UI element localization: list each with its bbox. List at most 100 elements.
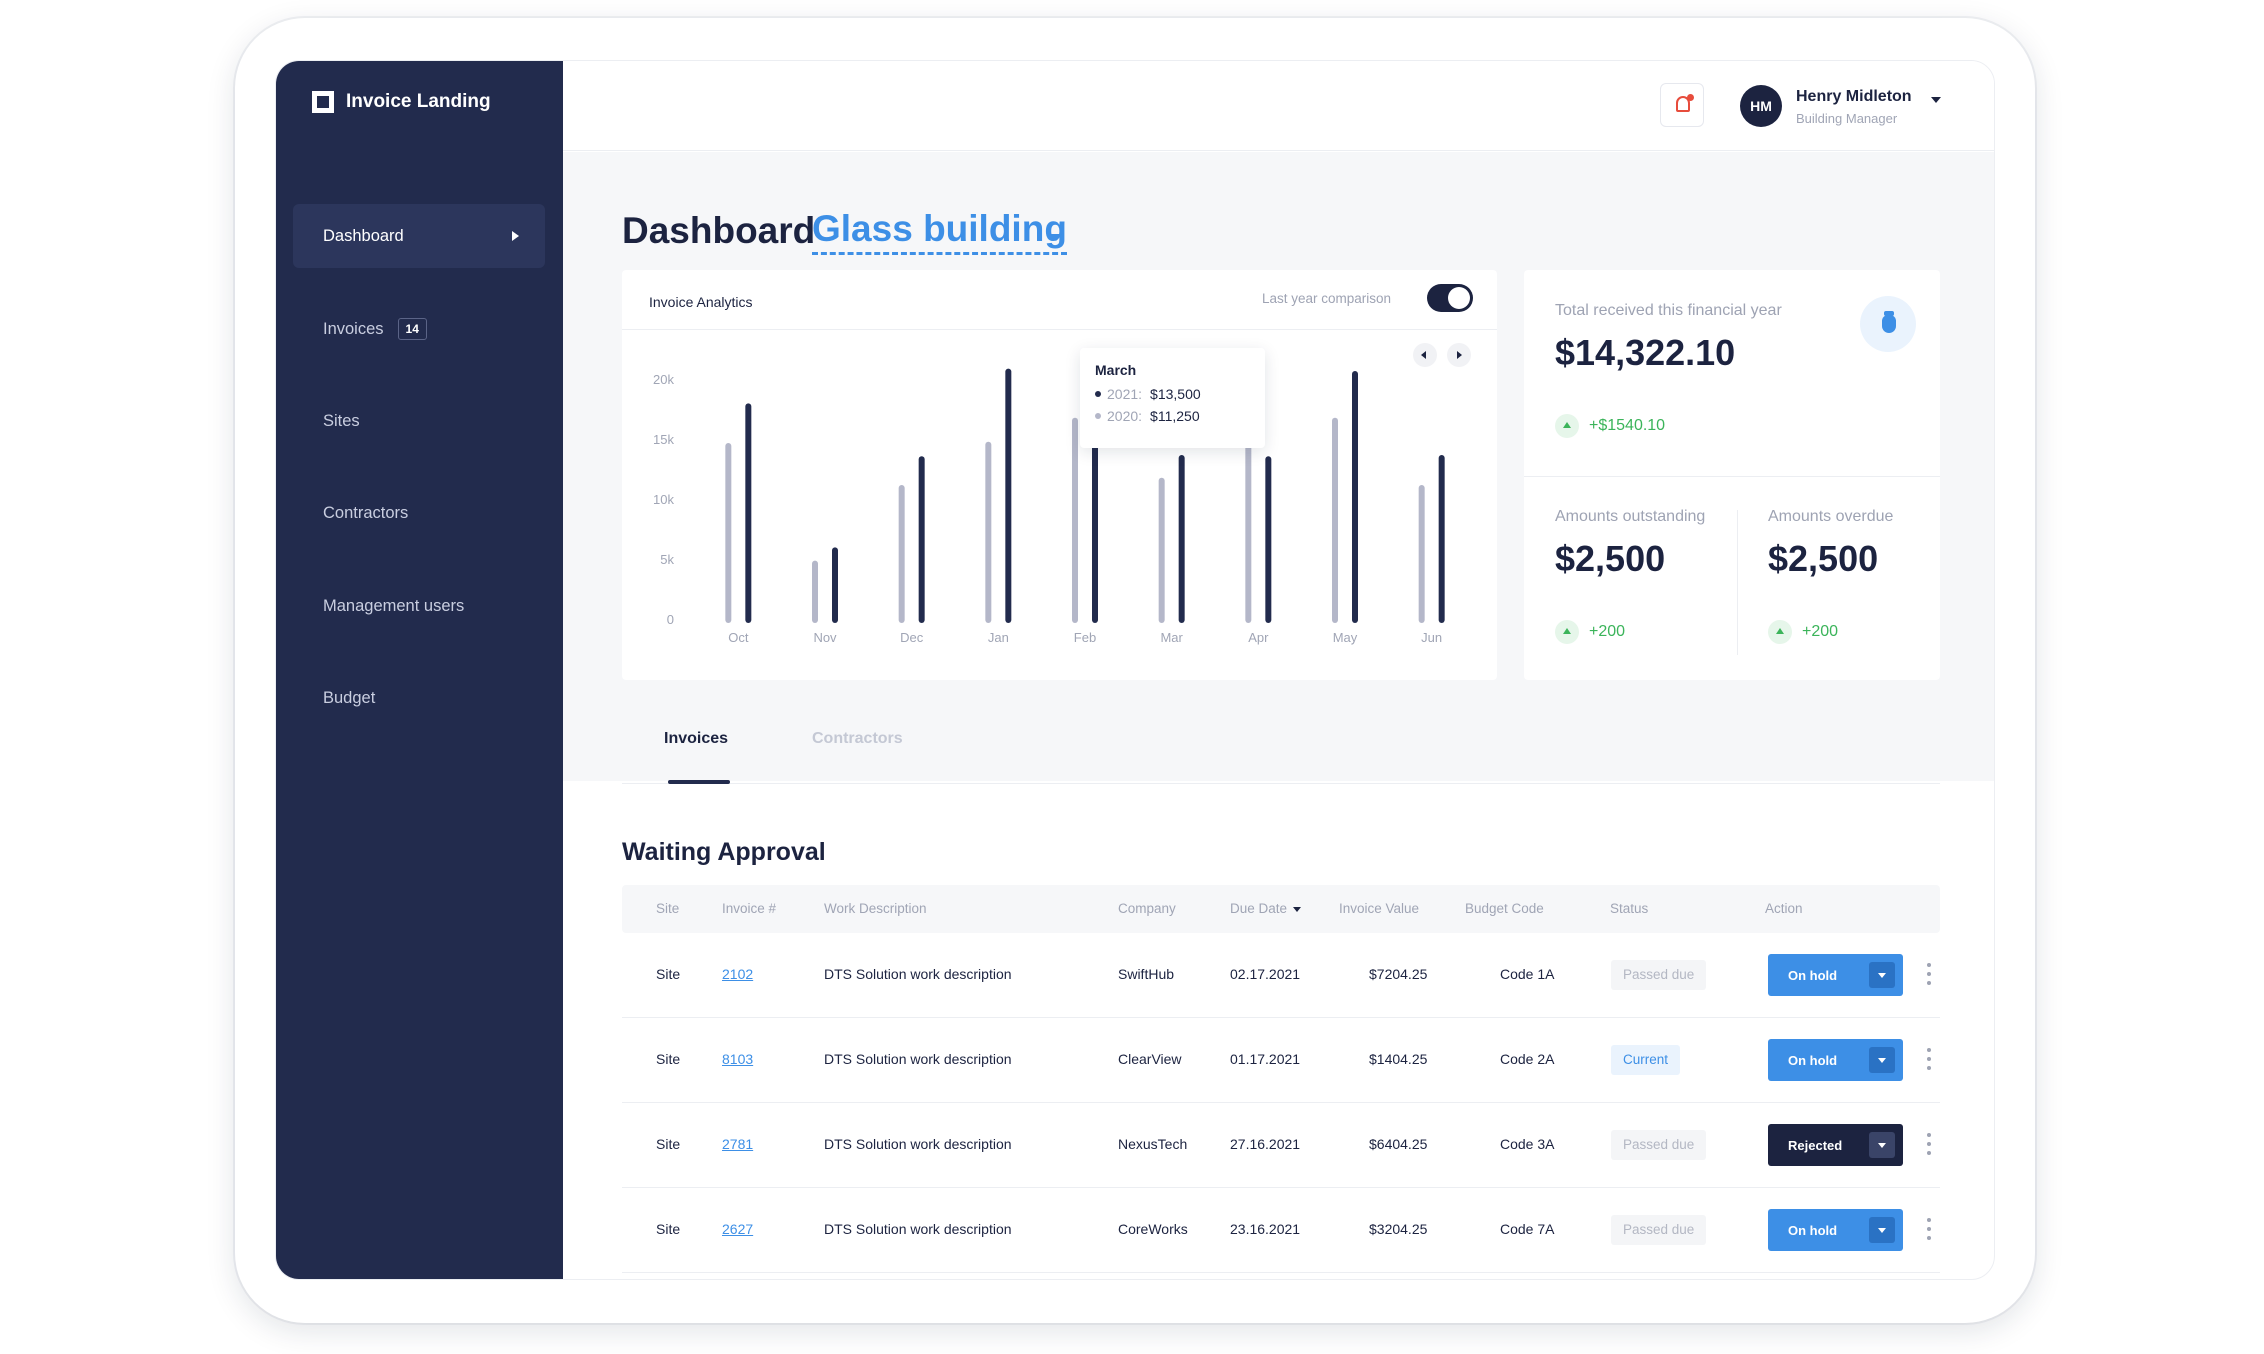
chevron-down-icon[interactable]	[1869, 1047, 1895, 1073]
column-header[interactable]: Status	[1610, 901, 1648, 916]
x-tick-label: Dec	[900, 630, 924, 645]
budget-code-cell: Code 1A	[1500, 966, 1555, 982]
invoice-link[interactable]: 2102	[722, 966, 753, 982]
money-bag-icon	[1882, 315, 1896, 333]
column-header[interactable]: Invoice #	[722, 901, 776, 916]
sidebar-item-dashboard[interactable]: Dashboard	[293, 204, 545, 268]
description-cell: DTS Solution work description	[824, 966, 1012, 982]
tab-invoices[interactable]: Invoices	[664, 730, 728, 748]
chevron-down-icon[interactable]	[1050, 234, 1062, 241]
action-button[interactable]: On hold	[1768, 1209, 1903, 1251]
invoice-value-cell: $6404.25	[1369, 1136, 1428, 1152]
budget-code-cell: Code 3A	[1500, 1136, 1555, 1152]
arrow-up-icon	[1555, 620, 1579, 644]
y-tick-label: 5k	[660, 552, 674, 567]
sidebar-item-management-users[interactable]: Management users	[293, 574, 545, 638]
comparison-toggle[interactable]	[1427, 284, 1473, 312]
column-header[interactable]: Company	[1118, 901, 1176, 916]
description-cell: DTS Solution work description	[824, 1136, 1012, 1152]
sidebar-item-invoices[interactable]: Invoices 14	[293, 297, 545, 361]
tooltip-row-2020: 2020: $11,250	[1095, 408, 1250, 424]
column-header[interactable]: Site	[656, 901, 679, 916]
user-name[interactable]: Henry Midleton	[1796, 88, 1912, 106]
more-options-icon[interactable]	[1927, 1218, 1931, 1240]
chart-tooltip: March 2021: $13,500 2020: $11,250	[1080, 348, 1265, 448]
divider	[1737, 510, 1738, 655]
x-tick-label: Jun	[1421, 630, 1442, 645]
table-row: Site 8103 DTS Solution work description …	[622, 1018, 1940, 1103]
notifications-button[interactable]	[1660, 83, 1704, 127]
y-tick-label: 15k	[653, 432, 674, 447]
status-badge: Passed due	[1611, 960, 1707, 990]
bar-chart: 20k 15k 10k 5k 0 Oct Nov Dec Jan Feb Mar Apr May Jun	[653, 368, 1445, 645]
outstanding-value: $2,500	[1555, 538, 1666, 579]
x-tick-label: Mar	[1160, 630, 1183, 645]
sort-down-icon	[1293, 906, 1302, 912]
total-received-value: $14,322.10	[1555, 332, 1736, 373]
column-header[interactable]: Work Description	[824, 901, 927, 916]
chevron-down-icon[interactable]	[1869, 962, 1895, 988]
sidebar-item-label: Contractors	[323, 503, 409, 522]
tooltip-year: 2021:	[1107, 386, 1143, 402]
x-tick-label: Jan	[988, 630, 1009, 645]
chevron-down-icon[interactable]	[1869, 1132, 1895, 1158]
invoice-link[interactable]: 2627	[722, 1221, 753, 1237]
more-options-icon[interactable]	[1927, 963, 1931, 985]
sidebar-item-sites[interactable]: Sites	[293, 389, 545, 453]
comparison-toggle-label: Last year comparison	[1262, 291, 1392, 306]
action-button[interactable]: On hold	[1768, 954, 1903, 996]
overdue-value: $2,500	[1768, 538, 1879, 579]
column-header[interactable]: Invoice Value	[1339, 901, 1419, 916]
company-cell: CoreWorks	[1118, 1221, 1188, 1237]
chevron-down-icon[interactable]	[1869, 1217, 1895, 1243]
budget-code-cell: Code 2A	[1500, 1051, 1555, 1067]
column-header[interactable]: Budget Code	[1465, 901, 1544, 916]
money-bag-button[interactable]	[1860, 296, 1916, 352]
chevron-down-icon[interactable]	[1931, 97, 1941, 103]
table-row: Site 2627 DTS Solution work description …	[622, 1188, 1940, 1273]
invoice-value-cell: $7204.25	[1369, 966, 1428, 982]
site-cell: Site	[656, 1221, 681, 1237]
delta-value: +200	[1589, 623, 1626, 640]
invoices-table: Site Invoice # Work Description Company …	[622, 885, 1940, 1273]
more-options-icon[interactable]	[1927, 1048, 1931, 1070]
site-cell: Site	[656, 1051, 681, 1067]
sidebar-item-label: Invoices	[323, 319, 384, 338]
company-cell: SwiftHub	[1118, 966, 1175, 982]
brand[interactable]: Invoice Landing	[312, 91, 491, 113]
invoice-link[interactable]: 8103	[722, 1051, 753, 1067]
y-tick-label: 10k	[653, 492, 674, 507]
table-row: Site 2102 DTS Solution work description …	[622, 933, 1940, 1018]
invoice-value-cell: $3204.25	[1369, 1221, 1428, 1237]
action-label: On hold	[1788, 968, 1838, 983]
action-button[interactable]: Rejected	[1768, 1124, 1903, 1166]
column-header[interactable]: Action	[1765, 901, 1803, 916]
tooltip-value: $11,250	[1150, 408, 1200, 424]
total-received-label: Total received this financial year	[1555, 302, 1782, 319]
y-tick-label: 20k	[653, 372, 674, 387]
avatar[interactable]: HM	[1740, 85, 1782, 127]
active-tab-indicator	[668, 780, 730, 784]
due-date-cell: 01.17.2021	[1230, 1051, 1301, 1067]
arrow-up-icon	[1555, 414, 1579, 438]
action-button[interactable]: On hold	[1768, 1039, 1903, 1081]
sidebar-item-budget[interactable]: Budget	[293, 666, 545, 730]
invoice-link[interactable]: 2781	[722, 1136, 753, 1152]
user-role: Building Manager	[1796, 111, 1898, 126]
column-header-due-date[interactable]: Due Date	[1230, 901, 1302, 916]
section-title: Waiting Approval	[622, 838, 826, 866]
logo-icon	[312, 91, 334, 113]
x-tick-label: Nov	[813, 630, 837, 645]
invoice-value-cell: $1404.25	[1369, 1051, 1428, 1067]
sidebar: Invoice Landing Dashboard Invoices 14 Si…	[276, 61, 563, 1279]
tab-contractors[interactable]: Contractors	[812, 730, 903, 748]
sidebar-item-contractors[interactable]: Contractors	[293, 481, 545, 545]
due-date-cell: 02.17.2021	[1230, 966, 1301, 982]
column-header-label: Due Date	[1230, 901, 1288, 916]
status-badge: Passed due	[1611, 1130, 1707, 1160]
status-badge: Passed due	[1611, 1215, 1707, 1245]
budget-code-cell: Code 7A	[1500, 1221, 1555, 1237]
action-label: Rejected	[1788, 1138, 1843, 1153]
more-options-icon[interactable]	[1927, 1133, 1931, 1155]
building-selector[interactable]: Glass building	[812, 208, 1067, 255]
